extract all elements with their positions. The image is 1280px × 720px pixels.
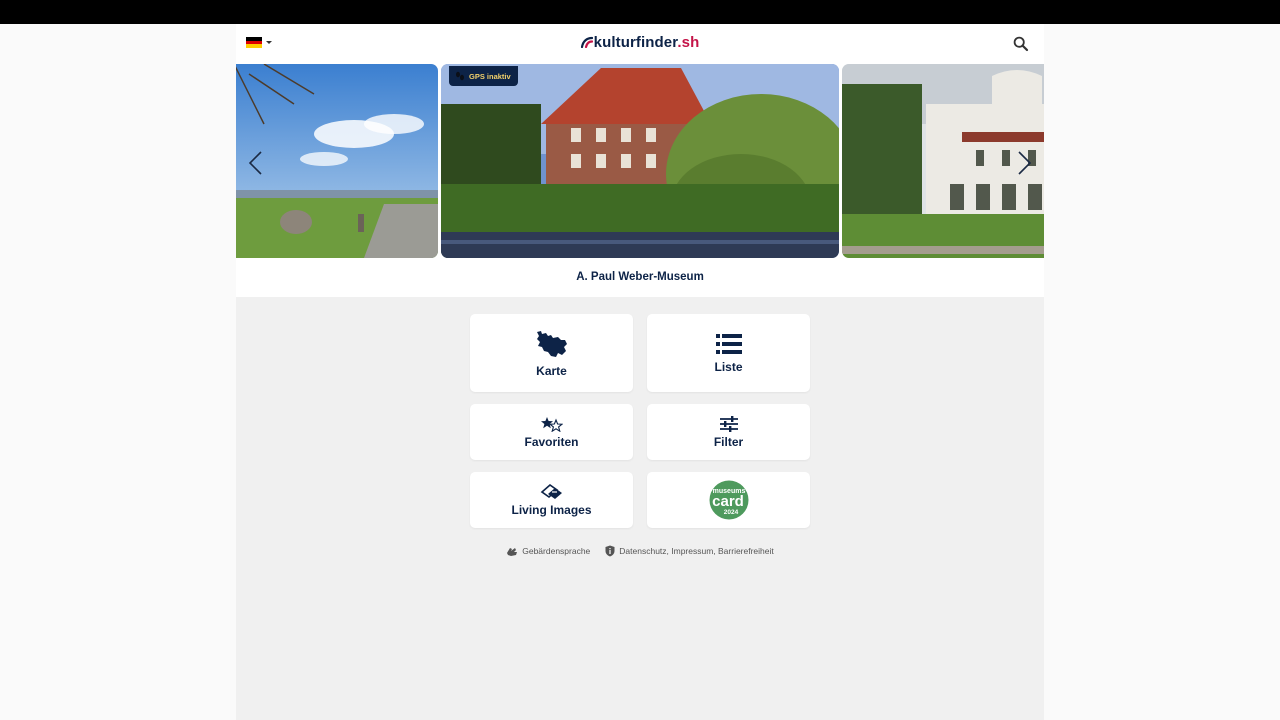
gps-status-text: GPS inaktiv [469, 71, 511, 81]
list-icon [715, 333, 742, 354]
logo-brand-text: kulturfinder [593, 34, 678, 51]
schleswig-holstein-map-icon [536, 330, 567, 357]
app-container: kulturfinder.sh GPS inaktiv A. Paul Webe… [236, 24, 1044, 720]
sign-language-link[interactable]: Gebärdensprache [506, 545, 590, 557]
legal-link[interactable]: Datenschutz, Impressum, Barrierefreiheit [605, 545, 774, 557]
chevron-left-icon[interactable] [246, 150, 266, 176]
museumscard-logo: museums card 2024 [709, 480, 748, 520]
carousel-slide-previous[interactable] [236, 64, 438, 258]
museumscard-logo-year: 2024 [723, 509, 738, 516]
carousel-caption[interactable]: A. Paul Weber-Museum [236, 271, 1044, 283]
carousel-slide-current[interactable] [441, 64, 839, 258]
museum-photo-image [441, 64, 839, 258]
footer-links: Gebärdensprache Datenschutz, Impressum, … [236, 545, 1044, 557]
logo[interactable]: kulturfinder.sh [236, 34, 1044, 51]
sign-language-text: Gebärdensprache [522, 546, 591, 556]
sliders-icon [719, 415, 738, 432]
map-tile-label: Karte [536, 363, 567, 378]
list-tile-label: Liste [714, 359, 743, 374]
stars-icon [540, 416, 563, 432]
logo-mark-icon [580, 36, 593, 48]
living-images-tile[interactable]: Living Images [470, 472, 633, 528]
gps-status-badge[interactable]: GPS inaktiv [449, 66, 518, 86]
image-carousel[interactable]: GPS inaktiv [236, 64, 1044, 258]
filter-tile-label: Filter [713, 434, 744, 449]
ar-cards-icon [540, 483, 562, 499]
museumscard-tile[interactable]: museums card 2024 [647, 472, 810, 528]
list-tile[interactable]: Liste [647, 314, 810, 392]
living-images-tile-label: Living Images [511, 502, 592, 517]
logo-tld-text: .sh [677, 34, 700, 51]
museumscard-logo-main: card [712, 493, 744, 510]
carousel-caption-bar: A. Paul Weber-Museum [236, 258, 1044, 297]
map-tile[interactable]: Karte [470, 314, 633, 392]
chevron-right-icon[interactable] [1014, 150, 1034, 176]
header: kulturfinder.sh [236, 24, 1044, 64]
favorites-tile-label: Favoriten [524, 434, 579, 449]
legal-text: Datenschutz, Impressum, Barrierefreiheit [619, 546, 774, 556]
favorites-tile[interactable]: Favoriten [470, 404, 633, 460]
filter-tile[interactable]: Filter [647, 404, 810, 460]
hands-icon [507, 547, 518, 556]
search-icon[interactable] [1012, 35, 1030, 53]
browser-top-bar [0, 0, 1280, 24]
landscape-image [236, 64, 438, 258]
footprints-icon [456, 71, 464, 81]
shield-info-icon [605, 545, 615, 557]
